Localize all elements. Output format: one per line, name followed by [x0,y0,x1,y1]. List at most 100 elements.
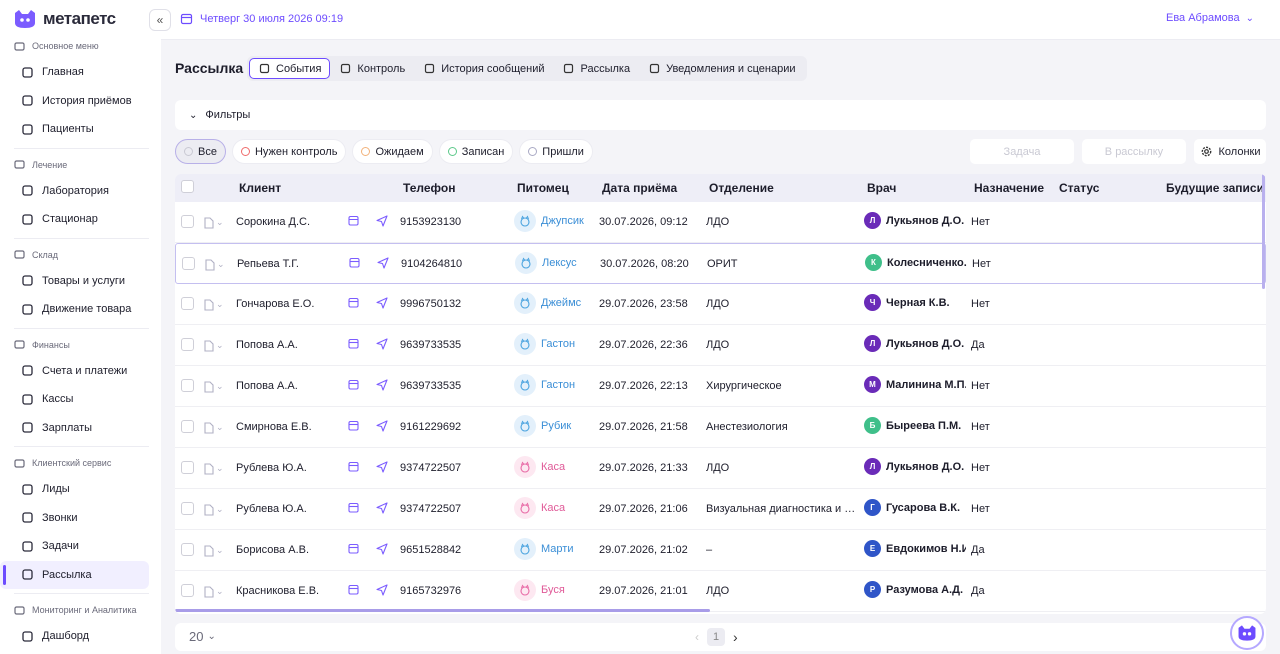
row-checkbox[interactable] [181,461,194,474]
client-name[interactable]: Смирнова Е.В. [236,421,341,433]
col-department[interactable]: Отделение [709,181,774,195]
appointment-calendar-icon[interactable] [348,338,359,352]
send-message-icon[interactable] [376,420,388,435]
table-row[interactable]: ⌄ Рублева Ю.А. 9374722507 Каса 29.07.2026, 2… [175,489,1266,530]
client-name[interactable]: Попова А.А. [236,380,341,392]
document-menu-icon[interactable]: ⌄ [204,215,226,230]
pet-link[interactable]: Джупсик [514,210,584,232]
row-checkbox[interactable] [181,297,194,310]
pet-link[interactable]: Буся [514,579,565,601]
send-message-icon[interactable] [376,215,388,230]
appointment-calendar-icon[interactable] [348,584,359,598]
pet-link[interactable]: Каса [514,456,565,478]
pet-link[interactable]: Гастон [514,374,575,396]
client-name[interactable]: Борисова А.В. [236,544,341,556]
appointment-calendar-icon[interactable] [348,297,359,311]
client-name[interactable]: Репьева Т.Г. [237,258,342,270]
send-message-icon[interactable] [376,543,388,558]
status-chip[interactable]: Все [175,139,226,164]
row-checkbox[interactable] [181,379,194,392]
user-menu[interactable]: Ева Абрамова ⌄ [1166,12,1254,24]
prev-page-button[interactable]: ‹ [695,630,699,644]
send-message-icon[interactable] [376,461,388,476]
send-message-icon[interactable] [377,257,389,272]
table-row[interactable]: ⌄ Сорокина Д.С. 9153923130 Джупсик 30.07.202… [175,202,1266,243]
pet-link[interactable]: Гастон [514,333,575,355]
logo[interactable]: метапетс [12,8,116,30]
sidebar-item[interactable]: Дашборд [0,622,161,651]
sidebar-item[interactable]: Кассы [0,385,161,414]
client-phone[interactable]: 9639733535 [400,339,461,351]
to-mailing-button[interactable]: В рассылку [1082,139,1186,164]
tab[interactable]: Рассылка [553,58,639,79]
sidebar-item[interactable]: Главная [0,58,161,87]
task-button[interactable]: Задача [970,139,1074,164]
appointment-calendar-icon[interactable] [348,461,359,475]
pet-link[interactable]: Каса [514,497,565,519]
table-row[interactable]: ⌄ Рублева Ю.А. 9374722507 Каса 29.07.2026, 2… [175,448,1266,489]
appointment-calendar-icon[interactable] [348,420,359,434]
sidebar-item[interactable]: Движение товара [0,295,161,324]
tab[interactable]: Уведомления и сценарии [639,58,804,79]
client-name[interactable]: Попова А.А. [236,339,341,351]
document-menu-icon[interactable]: ⌄ [205,257,227,272]
status-chip[interactable]: Пришли [519,139,593,164]
table-row[interactable]: ⌄ Красникова Е.В. 9165732976 Буся 29.07.2026… [175,571,1266,612]
table-row[interactable]: ⌄ Борисова А.В. 9651528842 Марти 29.07.2026,… [175,530,1266,571]
sidebar-item[interactable]: Звонки [0,504,161,533]
send-message-icon[interactable] [376,584,388,599]
sidebar-item[interactable]: Зарплаты [0,414,161,443]
client-phone[interactable]: 9996750132 [400,298,461,310]
row-checkbox[interactable] [181,420,194,433]
col-date[interactable]: Дата приёма [602,181,677,195]
client-phone[interactable]: 9153923130 [400,216,461,228]
row-checkbox[interactable] [181,543,194,556]
client-phone[interactable]: 9639733535 [400,380,461,392]
col-pet[interactable]: Питомец [517,181,569,195]
sidebar-item[interactable]: Стационар [0,205,161,234]
vertical-scrollbar[interactable] [1262,174,1265,289]
tab[interactable]: Контроль [330,58,414,79]
client-name[interactable]: Рублева Ю.А. [236,462,341,474]
client-phone[interactable]: 9374722507 [400,503,461,515]
table-row[interactable]: ⌄ Репьева Т.Г. 9104264810 Лексус 30.07.2026,… [175,243,1266,284]
pet-link[interactable]: Рубик [514,415,571,437]
sidebar-item[interactable]: История приёмов [0,87,161,116]
sidebar-item[interactable]: Рассылка [0,560,149,589]
col-client[interactable]: Клиент [239,181,281,195]
appointment-calendar-icon[interactable] [349,257,360,271]
row-checkbox[interactable] [181,502,194,515]
client-phone[interactable]: 9104264810 [401,258,462,270]
row-checkbox[interactable] [182,257,195,270]
sidebar-item[interactable]: Пациенты [0,115,161,144]
assistant-bot-button[interactable] [1230,616,1264,650]
tab[interactable]: История сообщений [414,58,553,79]
pet-link[interactable]: Марти [514,538,573,560]
document-menu-icon[interactable]: ⌄ [204,543,226,558]
document-menu-icon[interactable]: ⌄ [204,379,226,394]
tab[interactable]: События [249,58,331,79]
col-status[interactable]: Статус [1059,181,1099,195]
horizontal-scrollbar[interactable] [175,609,710,612]
document-menu-icon[interactable]: ⌄ [204,297,226,312]
select-all-checkbox[interactable] [181,180,194,193]
appointment-calendar-icon[interactable] [348,215,359,229]
per-page-select[interactable]: 20 ⌄ [189,629,216,644]
client-phone[interactable]: 9165732976 [400,585,461,597]
filters-toggle[interactable]: ⌄ Фильтры [175,100,1266,130]
sidebar-item[interactable]: Лаборатория [0,177,161,206]
row-checkbox[interactable] [181,338,194,351]
send-message-icon[interactable] [376,338,388,353]
table-row[interactable]: ⌄ Смирнова Е.В. 9161229692 Рубик 29.07.2026,… [175,407,1266,448]
col-doctor[interactable]: Врач [867,181,896,195]
sidebar-item[interactable]: Лиды [0,475,161,504]
document-menu-icon[interactable]: ⌄ [204,502,226,517]
col-purpose[interactable]: Назначение [974,181,1044,195]
table-row[interactable]: ⌄ Попова А.А. 9639733535 Гастон 29.07.2026, … [175,366,1266,407]
sidebar-item[interactable]: Счета и платежи [0,357,161,386]
client-name[interactable]: Гончарова Е.О. [236,298,341,310]
table-row[interactable]: ⌄ Гончарова Е.О. 9996750132 Джеймс 29.07.202… [175,284,1266,325]
status-chip[interactable]: Записан [438,139,514,164]
pet-link[interactable]: Джеймс [514,292,581,314]
status-chip[interactable]: Ожидаем [352,139,433,164]
